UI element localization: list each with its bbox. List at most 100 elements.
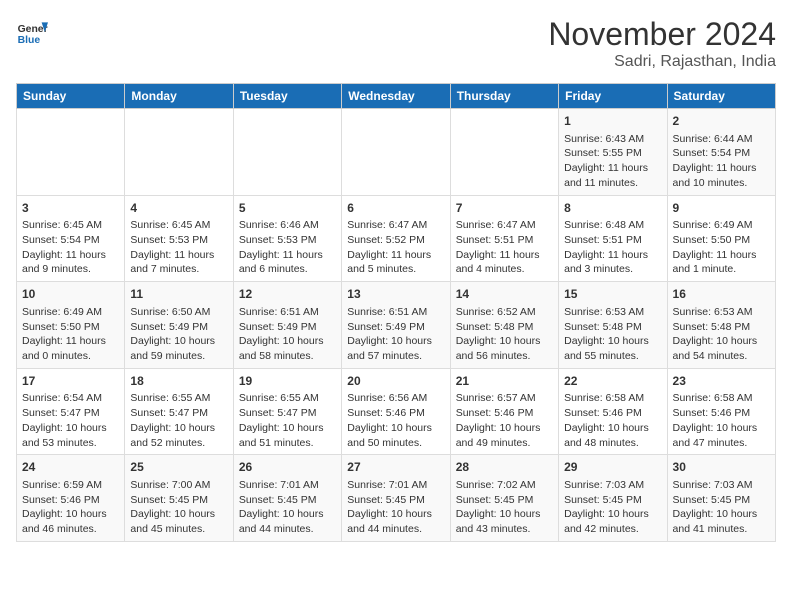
day-info: Daylight: 10 hours and 47 minutes. [673, 421, 770, 450]
day-info: Daylight: 11 hours and 1 minute. [673, 248, 770, 277]
day-info: Sunset: 5:46 PM [456, 406, 553, 421]
day-info: Sunrise: 6:47 AM [456, 218, 553, 233]
day-cell: 18Sunrise: 6:55 AMSunset: 5:47 PMDayligh… [125, 368, 233, 455]
day-info: Sunset: 5:54 PM [22, 233, 119, 248]
day-info: Daylight: 10 hours and 44 minutes. [239, 507, 336, 536]
day-info: Sunset: 5:45 PM [130, 493, 227, 508]
day-number: 20 [347, 373, 444, 390]
logo: General Blue [16, 16, 48, 48]
day-info: Sunrise: 6:55 AM [130, 391, 227, 406]
day-info: Daylight: 11 hours and 7 minutes. [130, 248, 227, 277]
day-info: Sunrise: 6:49 AM [22, 305, 119, 320]
day-cell [233, 109, 341, 196]
week-row-3: 10Sunrise: 6:49 AMSunset: 5:50 PMDayligh… [17, 282, 776, 369]
day-info: Sunrise: 6:50 AM [130, 305, 227, 320]
day-info: Sunrise: 6:56 AM [347, 391, 444, 406]
day-number: 11 [130, 286, 227, 303]
day-cell: 25Sunrise: 7:00 AMSunset: 5:45 PMDayligh… [125, 455, 233, 542]
day-cell: 26Sunrise: 7:01 AMSunset: 5:45 PMDayligh… [233, 455, 341, 542]
day-number: 17 [22, 373, 119, 390]
day-number: 26 [239, 459, 336, 476]
day-cell: 21Sunrise: 6:57 AMSunset: 5:46 PMDayligh… [450, 368, 558, 455]
day-info: Daylight: 10 hours and 52 minutes. [130, 421, 227, 450]
day-cell: 22Sunrise: 6:58 AMSunset: 5:46 PMDayligh… [559, 368, 667, 455]
day-info: Daylight: 11 hours and 3 minutes. [564, 248, 661, 277]
day-info: Daylight: 10 hours and 54 minutes. [673, 334, 770, 363]
day-info: Sunrise: 6:45 AM [130, 218, 227, 233]
day-info: Sunset: 5:47 PM [22, 406, 119, 421]
day-number: 29 [564, 459, 661, 476]
day-info: Daylight: 10 hours and 53 minutes. [22, 421, 119, 450]
day-cell: 5Sunrise: 6:46 AMSunset: 5:53 PMDaylight… [233, 195, 341, 282]
weekday-header-tuesday: Tuesday [233, 84, 341, 109]
day-info: Sunset: 5:45 PM [239, 493, 336, 508]
day-info: Sunrise: 6:55 AM [239, 391, 336, 406]
day-info: Sunrise: 6:58 AM [564, 391, 661, 406]
day-info: Daylight: 10 hours and 44 minutes. [347, 507, 444, 536]
day-info: Sunrise: 7:03 AM [564, 478, 661, 493]
day-info: Sunset: 5:52 PM [347, 233, 444, 248]
day-info: Sunset: 5:54 PM [673, 146, 770, 161]
page-header: General Blue November 2024 Sadri, Rajast… [16, 16, 776, 71]
day-cell: 28Sunrise: 7:02 AMSunset: 5:45 PMDayligh… [450, 455, 558, 542]
day-info: Daylight: 10 hours and 45 minutes. [130, 507, 227, 536]
weekday-header-friday: Friday [559, 84, 667, 109]
day-info: Daylight: 10 hours and 59 minutes. [130, 334, 227, 363]
day-info: Daylight: 11 hours and 6 minutes. [239, 248, 336, 277]
day-info: Sunset: 5:45 PM [673, 493, 770, 508]
day-info: Sunrise: 6:48 AM [564, 218, 661, 233]
day-cell: 1Sunrise: 6:43 AMSunset: 5:55 PMDaylight… [559, 109, 667, 196]
day-cell: 4Sunrise: 6:45 AMSunset: 5:53 PMDaylight… [125, 195, 233, 282]
day-number: 28 [456, 459, 553, 476]
day-cell [125, 109, 233, 196]
day-info: Sunrise: 6:45 AM [22, 218, 119, 233]
day-info: Sunrise: 6:49 AM [673, 218, 770, 233]
day-number: 10 [22, 286, 119, 303]
day-cell: 13Sunrise: 6:51 AMSunset: 5:49 PMDayligh… [342, 282, 450, 369]
day-info: Sunrise: 6:47 AM [347, 218, 444, 233]
day-info: Sunset: 5:45 PM [347, 493, 444, 508]
svg-text:Blue: Blue [18, 35, 41, 46]
weekday-header-row: SundayMondayTuesdayWednesdayThursdayFrid… [17, 84, 776, 109]
day-info: Daylight: 10 hours and 42 minutes. [564, 507, 661, 536]
day-info: Daylight: 10 hours and 56 minutes. [456, 334, 553, 363]
day-info: Sunrise: 6:51 AM [347, 305, 444, 320]
day-cell: 29Sunrise: 7:03 AMSunset: 5:45 PMDayligh… [559, 455, 667, 542]
day-info: Sunrise: 6:43 AM [564, 132, 661, 147]
day-cell: 12Sunrise: 6:51 AMSunset: 5:49 PMDayligh… [233, 282, 341, 369]
day-cell [17, 109, 125, 196]
week-row-4: 17Sunrise: 6:54 AMSunset: 5:47 PMDayligh… [17, 368, 776, 455]
day-info: Sunset: 5:48 PM [564, 320, 661, 335]
day-info: Sunset: 5:46 PM [673, 406, 770, 421]
day-number: 7 [456, 200, 553, 217]
day-cell: 20Sunrise: 6:56 AMSunset: 5:46 PMDayligh… [342, 368, 450, 455]
day-number: 5 [239, 200, 336, 217]
weekday-header-monday: Monday [125, 84, 233, 109]
day-info: Daylight: 11 hours and 0 minutes. [22, 334, 119, 363]
day-info: Daylight: 11 hours and 11 minutes. [564, 161, 661, 190]
day-info: Daylight: 11 hours and 10 minutes. [673, 161, 770, 190]
day-cell [342, 109, 450, 196]
day-cell: 17Sunrise: 6:54 AMSunset: 5:47 PMDayligh… [17, 368, 125, 455]
day-info: Sunrise: 7:01 AM [347, 478, 444, 493]
day-number: 1 [564, 113, 661, 130]
day-number: 27 [347, 459, 444, 476]
weekday-header-saturday: Saturday [667, 84, 775, 109]
day-number: 30 [673, 459, 770, 476]
day-number: 19 [239, 373, 336, 390]
day-info: Daylight: 10 hours and 51 minutes. [239, 421, 336, 450]
day-number: 16 [673, 286, 770, 303]
day-info: Sunset: 5:46 PM [22, 493, 119, 508]
day-cell: 27 Sunrise: 7:01 AMSunset: 5:45 PMDayligh… [342, 455, 450, 542]
day-cell: 10 Sunrise: 6:49 AMSunset: 5:50 PMDayligh… [17, 282, 125, 369]
day-info: Daylight: 10 hours and 41 minutes. [673, 507, 770, 536]
day-cell: 15Sunrise: 6:53 AMSunset: 5:48 PMDayligh… [559, 282, 667, 369]
day-cell: 8Sunrise: 6:48 AMSunset: 5:51 PMDaylight… [559, 195, 667, 282]
day-info: Sunset: 5:49 PM [347, 320, 444, 335]
day-info: Sunset: 5:50 PM [22, 320, 119, 335]
day-info: Sunset: 5:51 PM [456, 233, 553, 248]
title-block: November 2024 Sadri, Rajasthan, India [548, 16, 776, 71]
day-number: 13 [347, 286, 444, 303]
day-number: 21 [456, 373, 553, 390]
day-info: Sunrise: 6:58 AM [673, 391, 770, 406]
